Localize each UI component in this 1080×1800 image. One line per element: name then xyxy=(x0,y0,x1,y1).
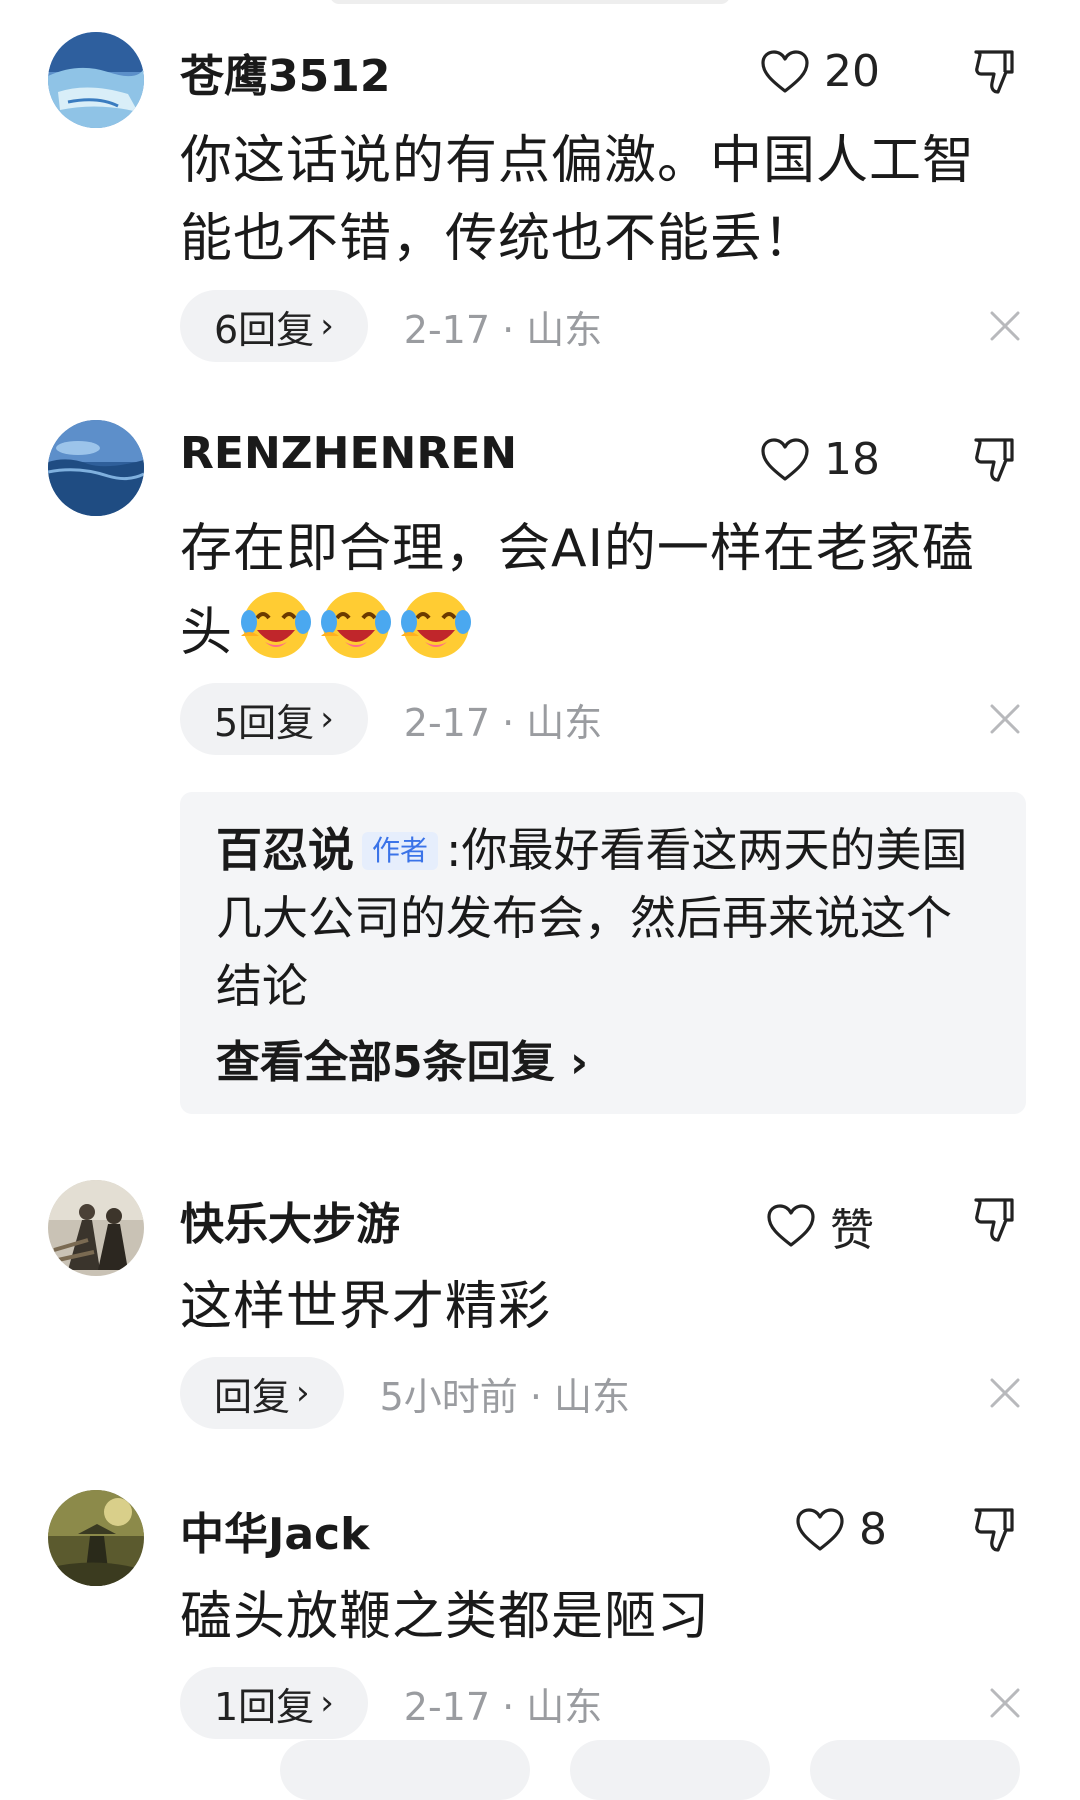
comment-text: 存在即合理，会AI的一样在老家磕头 xyxy=(180,510,1010,672)
reply-count-label: 6回复 xyxy=(214,307,315,352)
dismiss-button[interactable] xyxy=(988,1686,1022,1720)
heart-outline-icon xyxy=(761,49,809,93)
view-all-replies-label: 查看全部5条回复 xyxy=(216,1037,555,1088)
reply-count-button[interactable]: 6回复 › xyxy=(180,290,368,362)
comment-meta: 5回复 › 2-17 · 山东 xyxy=(180,683,602,755)
username[interactable]: RENZHENREN xyxy=(180,428,517,479)
chevron-right-icon: › xyxy=(296,1373,310,1413)
close-icon xyxy=(990,704,1020,734)
reply-count-button[interactable]: 回复 › xyxy=(180,1357,344,1429)
username[interactable]: 快乐大步游 xyxy=(180,1188,400,1252)
comment-text: 你这话说的有点偏激。中国人工智能也不错，传统也不能丢！ xyxy=(180,131,976,269)
timestamp-location: 2-17 · 山东 xyxy=(403,1684,603,1729)
like-count: 8 xyxy=(859,1504,887,1555)
chevron-right-icon: › xyxy=(320,306,334,346)
like-count: 赞 xyxy=(830,1205,874,1256)
dislike-button[interactable] xyxy=(972,434,1022,486)
username[interactable]: 中华Jack xyxy=(180,1498,369,1562)
thumbs-down-icon xyxy=(974,50,1014,94)
reply-author[interactable]: 百忍说 xyxy=(216,823,354,877)
dislike-button[interactable] xyxy=(972,46,1022,98)
heart-outline-icon xyxy=(767,1204,815,1247)
timestamp-location: 2-17 · 山东 xyxy=(403,307,603,352)
chevron-right-icon: › xyxy=(320,699,334,739)
thumbs-down-icon xyxy=(974,1198,1014,1242)
username[interactable]: 苍鹰3512 xyxy=(180,40,390,104)
like-button[interactable]: 赞 xyxy=(766,1194,874,1258)
laughing-crying-emoji-icon xyxy=(239,588,313,662)
dismiss-button[interactable] xyxy=(988,309,1022,343)
close-icon xyxy=(990,1378,1020,1408)
comment-text: 这样世界才精彩 xyxy=(180,1277,552,1337)
timestamp-location: 5小时前 · 山东 xyxy=(379,1374,631,1419)
author-badge: 作者 xyxy=(362,832,439,870)
laughing-crying-emoji-icon xyxy=(399,588,473,662)
reply-separator: : xyxy=(446,823,462,877)
thumbs-down-icon xyxy=(974,1508,1014,1552)
avatar[interactable] xyxy=(48,1180,144,1276)
avatar[interactable] xyxy=(48,32,144,128)
laughing-crying-emoji-icon xyxy=(319,588,393,662)
reply-count-label: 1回复 xyxy=(214,1684,315,1729)
chevron-right-icon: › xyxy=(569,1037,589,1088)
view-all-replies-link[interactable]: 查看全部5条回复 › xyxy=(216,1026,588,1090)
avatar[interactable] xyxy=(48,1490,144,1586)
avatar[interactable] xyxy=(48,420,144,516)
reply-count-label: 回复 xyxy=(214,1374,291,1419)
reply-count-label: 5回复 xyxy=(214,700,315,745)
like-button[interactable]: 18 xyxy=(760,434,880,485)
bottom-toolbar-item[interactable] xyxy=(280,1740,530,1800)
close-icon xyxy=(990,1688,1020,1718)
chevron-right-icon: › xyxy=(320,1683,334,1723)
timestamp-location: 2-17 · 山东 xyxy=(403,700,603,745)
comment-meta: 1回复 › 2-17 · 山东 xyxy=(180,1667,602,1739)
reply-count-button[interactable]: 1回复 › xyxy=(180,1667,368,1739)
bottom-toolbar-item[interactable] xyxy=(570,1740,770,1800)
comment-text: 磕头放鞭之类都是陋习 xyxy=(180,1587,711,1647)
thumbs-down-icon xyxy=(974,438,1014,482)
dismiss-button[interactable] xyxy=(988,702,1022,736)
dismiss-button[interactable] xyxy=(988,1376,1022,1410)
featured-reply-text: 百忍说 作者:你最好看看这两天的美国几大公司的发布会，然后再来说这个结论 xyxy=(216,816,996,1020)
like-button[interactable]: 8 xyxy=(795,1504,887,1555)
heart-outline-icon xyxy=(761,437,809,481)
dislike-button[interactable] xyxy=(972,1194,1022,1246)
comment-meta: 回复 › 5小时前 · 山东 xyxy=(180,1357,630,1429)
like-button[interactable]: 20 xyxy=(760,46,880,97)
reply-count-button[interactable]: 5回复 › xyxy=(180,683,368,755)
top-sheet-handle xyxy=(330,0,730,4)
like-count: 20 xyxy=(824,46,880,97)
heart-outline-icon xyxy=(796,1507,844,1551)
comment-meta: 6回复 › 2-17 · 山东 xyxy=(180,290,602,362)
like-count: 18 xyxy=(824,434,880,485)
featured-reply-box[interactable]: 百忍说 作者:你最好看看这两天的美国几大公司的发布会，然后再来说这个结论 查看全部… xyxy=(180,792,1026,1114)
bottom-toolbar-item[interactable] xyxy=(810,1740,1020,1800)
dislike-button[interactable] xyxy=(972,1504,1022,1556)
close-icon xyxy=(990,311,1020,341)
